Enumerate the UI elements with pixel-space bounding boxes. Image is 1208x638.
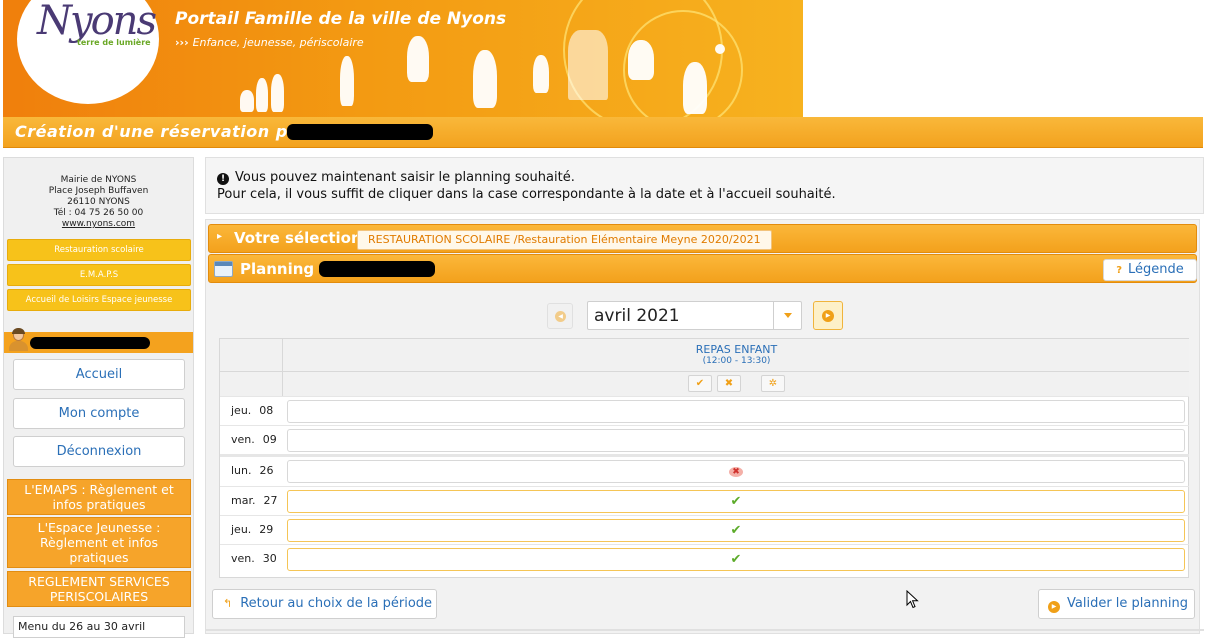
expand-arrow-icon: ▸: [217, 231, 223, 242]
nyons-logo[interactable]: Nyons terre de lumière: [17, 0, 159, 104]
previous-month-button[interactable]: ◀: [547, 303, 573, 329]
table-row: jeu. 29 ✔: [220, 515, 1189, 544]
sidebar: Mairie de NYONS Place Joseph Buffaven 26…: [3, 157, 194, 638]
back-to-period-button[interactable]: ↰ Retour au choix de la période: [212, 589, 437, 619]
reserved-check-icon: ✔: [730, 494, 742, 509]
user-avatar-icon: [7, 328, 29, 352]
phone-number: Tél : 04 75 26 50 00: [53, 208, 144, 218]
header-divider: [220, 371, 1189, 372]
drummer-silhouette-icon: [683, 62, 707, 114]
reservation-cell[interactable]: ✔: [287, 548, 1185, 571]
selection-label: Votre sélection: [234, 229, 362, 247]
nav-accueil-button[interactable]: Accueil: [13, 359, 185, 390]
ball-icon: [715, 44, 725, 54]
portal-title: Portail Famille de la ville de Nyons: [175, 9, 507, 29]
info-icon: !: [217, 173, 229, 185]
doc-espace-jeunesse-reglement[interactable]: L'Espace Jeunesse : Règlement et infos p…: [7, 517, 191, 568]
month-value: avril 2021: [594, 306, 680, 326]
reserved-check-icon: ✔: [730, 552, 742, 567]
service-restauration-scolaire[interactable]: Restauration scolaire: [7, 239, 191, 261]
uncheck-all-button[interactable]: ✖: [717, 375, 741, 392]
row-date: ven. 30: [231, 552, 277, 565]
arrows-icon: ›››: [175, 36, 189, 49]
row-date: jeu. 08: [231, 404, 274, 417]
check-all-button[interactable]: ✔: [688, 375, 712, 392]
cancelled-cross-icon: ✖: [729, 467, 743, 477]
doc-emaps-reglement[interactable]: L'EMAPS : Règlement et infos pratiques: [7, 479, 191, 515]
address-line: 26110 NYONS: [67, 197, 130, 207]
reservation-cell[interactable]: [287, 429, 1185, 452]
row-date: lun. 26: [231, 464, 274, 477]
table-row: ven. 30 ✔: [220, 544, 1189, 573]
chevron-down-icon: [773, 302, 801, 329]
row-date: jeu. 29: [231, 523, 274, 536]
return-arrow-icon: ↰: [223, 597, 233, 610]
dancer-silhouette-icon: [473, 50, 497, 108]
nav-deconnexion-button[interactable]: Déconnexion: [13, 436, 185, 467]
address-block: Mairie de NYONS Place Joseph Buffaven 26…: [4, 175, 193, 230]
doc-reglement-periscolaires[interactable]: REGLEMENT SERVICES PERISCOLAIRES: [7, 571, 191, 607]
table-row: jeu. 08: [220, 396, 1189, 425]
table-row: mar. 27 ✔: [220, 486, 1189, 515]
validate-planning-button[interactable]: ▶ Valider le planning: [1038, 589, 1195, 619]
portal-subtitle: ››› Enfance, jeunesse, périscolaire: [175, 36, 364, 49]
service-emaps[interactable]: E.M.A.P.S: [7, 264, 191, 286]
reservation-cell[interactable]: ✔: [287, 490, 1185, 513]
calendar-icon: [214, 261, 233, 277]
reservation-cell[interactable]: [287, 400, 1185, 423]
arrow-right-icon: ▶: [1048, 601, 1060, 613]
mouse-cursor-icon: [906, 590, 919, 609]
table-row: lun. 26 ✖: [220, 454, 1189, 483]
address-line: Place Joseph Buffaven: [48, 186, 149, 196]
column-hours: (12:00 - 13:30): [702, 356, 771, 366]
child-silhouette-icon: [256, 78, 268, 112]
planning-table: REPAS ENFANT (12:00 - 13:30) ✔ ✖ ✲ jeu. 0…: [219, 338, 1189, 578]
scooter-silhouette-icon: [340, 56, 354, 106]
column-header-repas-enfant: REPAS ENFANT (12:00 - 13:30) ✔ ✖ ✲: [282, 339, 1189, 396]
page-title: Création d'une réservation pour: [15, 122, 320, 141]
arrow-right-icon: ▶: [822, 310, 834, 322]
logo-subtext: terre de lumière: [77, 38, 151, 47]
table-header-corner: [220, 339, 282, 396]
redacted-child-name: [319, 261, 435, 277]
question-icon: ?: [1116, 265, 1123, 276]
arrow-left-icon: ◀: [555, 311, 566, 322]
info-line-1: Vous pouvez maintenant saisir le plannin…: [235, 170, 575, 185]
menu-link[interactable]: Menu du 26 au 30 avril: [13, 616, 185, 638]
row-date: mar. 27: [231, 494, 278, 507]
planning-bar: Planning - ? Légende: [208, 254, 1197, 283]
address-line: Mairie de NYONS: [60, 175, 137, 185]
jumper-silhouette-icon: [533, 55, 549, 93]
table-row: ven. 09: [220, 425, 1189, 454]
website-link[interactable]: www.nyons.com: [62, 219, 135, 229]
child-silhouette-icon: [240, 90, 254, 112]
reservation-cell[interactable]: ✖: [287, 460, 1185, 483]
castle-silhouette-icon: [568, 30, 608, 100]
divider: [205, 629, 1204, 631]
user-bar: [4, 328, 193, 353]
service-accueil-loisirs[interactable]: Accueil de Loisirs Espace jeunesse: [7, 289, 191, 311]
reserved-check-icon: ✔: [730, 523, 742, 538]
selection-bar[interactable]: ▸ Votre sélection RESTAURATION SCOLAIRE …: [208, 224, 1197, 253]
skater-silhouette-icon: [628, 40, 654, 80]
planning-panel: ▸ Votre sélection RESTAURATION SCOLAIRE …: [205, 219, 1200, 634]
child-silhouette-icon: [271, 74, 284, 112]
header-banner: Nyons terre de lumière Portail Famille d…: [3, 0, 803, 117]
info-line-2: Pour cela, il vous suffit de cliquer dan…: [217, 187, 836, 202]
next-month-button[interactable]: ▶: [813, 301, 843, 330]
row-date: ven. 09: [231, 433, 277, 446]
nav-mon-compte-button[interactable]: Mon compte: [13, 398, 185, 429]
jumper-silhouette-icon: [407, 36, 429, 82]
reservation-cell[interactable]: ✔: [287, 519, 1185, 542]
page-title-bar: Création d'une réservation pour: [3, 117, 1203, 148]
redacted-user-name: [30, 337, 150, 349]
column-title: REPAS ENFANT: [695, 343, 778, 356]
redacted-child-name: [287, 124, 433, 140]
info-message: ! Vous pouvez maintenant saisir le planni…: [205, 157, 1204, 214]
planning-label: Planning -: [240, 260, 326, 278]
legend-button[interactable]: ? Légende: [1103, 259, 1197, 281]
selection-value: RESTAURATION SCOLAIRE /Restauration Elém…: [357, 230, 772, 250]
month-select[interactable]: avril 2021: [587, 301, 802, 330]
settings-gear-icon[interactable]: ✲: [761, 375, 785, 392]
